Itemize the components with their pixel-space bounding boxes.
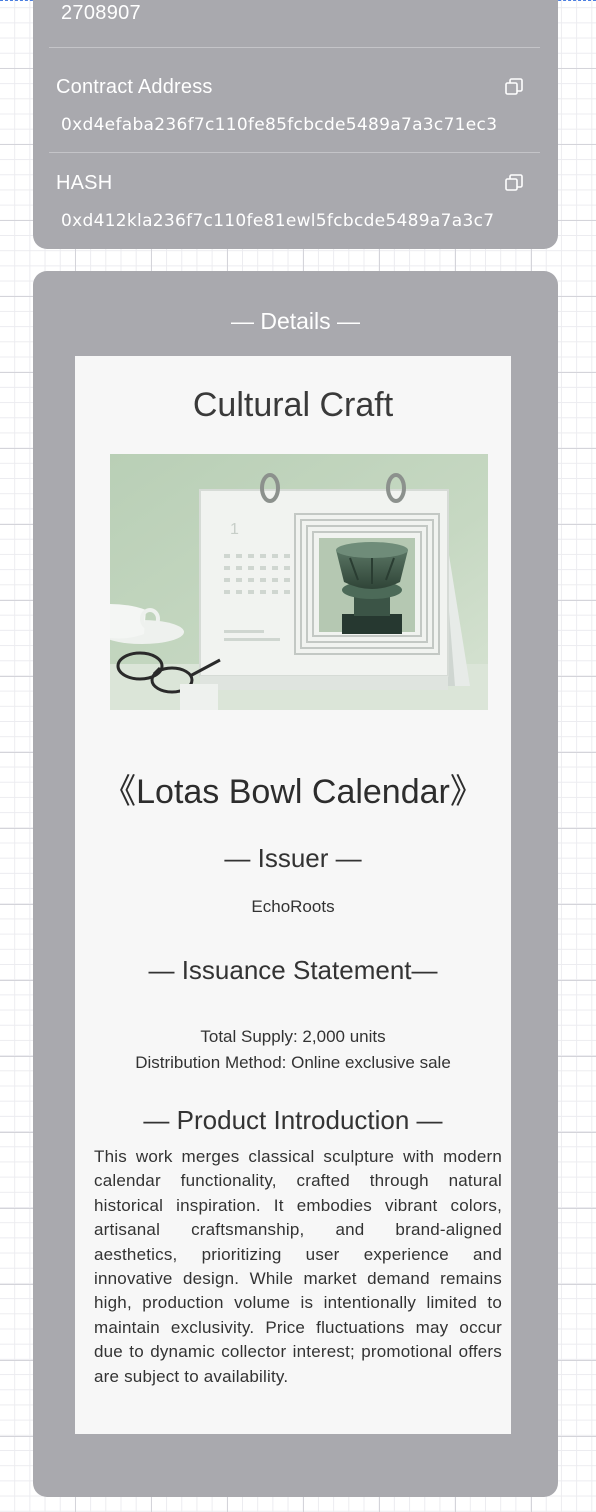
details-card: — Details — Cultural Craft 1 《Lotas Bowl… [33, 271, 558, 1497]
token-info-card: 2708907 Contract Address 0xd4efaba236f7c… [33, 0, 558, 249]
issuer-heading: — Issuer — [224, 843, 362, 873]
issuer-name: EchoRoots [251, 897, 335, 916]
divider [49, 152, 540, 153]
contract-address-label: Contract Address [56, 76, 213, 98]
hash-label: HASH [56, 172, 113, 194]
total-supply-text: Total Supply: 2,000 units [200, 1027, 386, 1046]
hash-value: 0xd412kla236f7c110fe81ewl5fcbcde5489a7a3… [61, 211, 495, 231]
certificate-panel: Cultural Craft 1 《Lotas Bowl Calendar》 —… [75, 356, 511, 1434]
distribution-method-text: Distribution Method: Online exclusive sa… [135, 1053, 451, 1072]
contract-address-value: 0xd4efaba236f7c110fe85fcbcde5489a7a3c71e… [61, 115, 498, 135]
issuance-statement-heading: — Issuance Statement— [148, 955, 438, 985]
category-title: Cultural Craft [192, 386, 394, 424]
divider [49, 47, 540, 48]
copy-icon[interactable] [504, 77, 524, 97]
copy-icon[interactable] [504, 173, 524, 193]
product-introduction-text: This work merges classical sculpture wit… [94, 1147, 502, 1386]
block-number-value: 2708907 [61, 2, 141, 24]
product-image: 1 [110, 454, 488, 710]
details-heading: — Details — [230, 308, 361, 334]
product-name: 《Lotas Bowl Calendar》 [102, 773, 484, 811]
svg-text:1: 1 [230, 521, 239, 538]
product-introduction-heading: — Product Introduction — [143, 1105, 443, 1135]
